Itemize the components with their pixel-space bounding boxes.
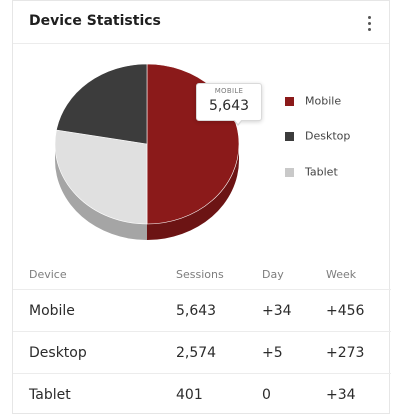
device-statistics-card: Device Statistics MOBILE 5,643 Mobile De…	[12, 0, 390, 414]
column-header-sessions: Sessions	[176, 259, 262, 290]
cell-day: 0	[262, 374, 326, 415]
legend-swatch	[285, 132, 294, 141]
cell-device: Tablet	[13, 374, 176, 415]
pie-slice-tablet[interactable]	[55, 130, 147, 224]
legend-label: Tablet	[305, 166, 338, 179]
cell-week: +273	[326, 332, 391, 374]
legend-item-desktop[interactable]: Desktop	[285, 129, 350, 143]
device-pie-chart	[13, 44, 391, 254]
legend-item-mobile[interactable]: Mobile	[285, 94, 341, 108]
chart-tooltip: MOBILE 5,643	[196, 83, 262, 121]
tooltip-value: 5,643	[197, 98, 261, 114]
legend-item-tablet[interactable]: Tablet	[285, 165, 338, 179]
cell-sessions: 401	[176, 374, 262, 415]
column-header-device: Device	[13, 259, 176, 290]
cell-day: +5	[262, 332, 326, 374]
cell-sessions: 5,643	[176, 290, 262, 332]
cell-day: +34	[262, 290, 326, 332]
cell-sessions: 2,574	[176, 332, 262, 374]
cell-week: +456	[326, 290, 391, 332]
legend-label: Desktop	[305, 130, 350, 143]
tooltip-pointer-inner	[234, 119, 242, 124]
legend-swatch	[285, 168, 294, 177]
column-header-week: Week	[326, 259, 391, 290]
table-row: Mobile 5,643 +34 +456	[13, 290, 391, 332]
cell-device: Mobile	[13, 290, 176, 332]
cell-device: Desktop	[13, 332, 176, 374]
cell-week: +34	[326, 374, 391, 415]
card-title: Device Statistics	[29, 13, 161, 29]
device-stats-table: Device Sessions Day Week Mobile 5,643 +3…	[13, 259, 391, 415]
pie-slice-desktop[interactable]	[56, 64, 147, 144]
more-vertical-icon[interactable]	[359, 12, 379, 34]
legend-label: Mobile	[305, 95, 341, 108]
tooltip-label: MOBILE	[197, 87, 261, 95]
pie-chart-svg	[13, 44, 391, 254]
legend-swatch	[285, 97, 294, 106]
table-row: Desktop 2,574 +5 +273	[13, 332, 391, 374]
table-header-row: Device Sessions Day Week	[13, 259, 391, 290]
column-header-day: Day	[262, 259, 326, 290]
card-header: Device Statistics	[13, 1, 389, 44]
table-row: Tablet 401 0 +34	[13, 374, 391, 415]
